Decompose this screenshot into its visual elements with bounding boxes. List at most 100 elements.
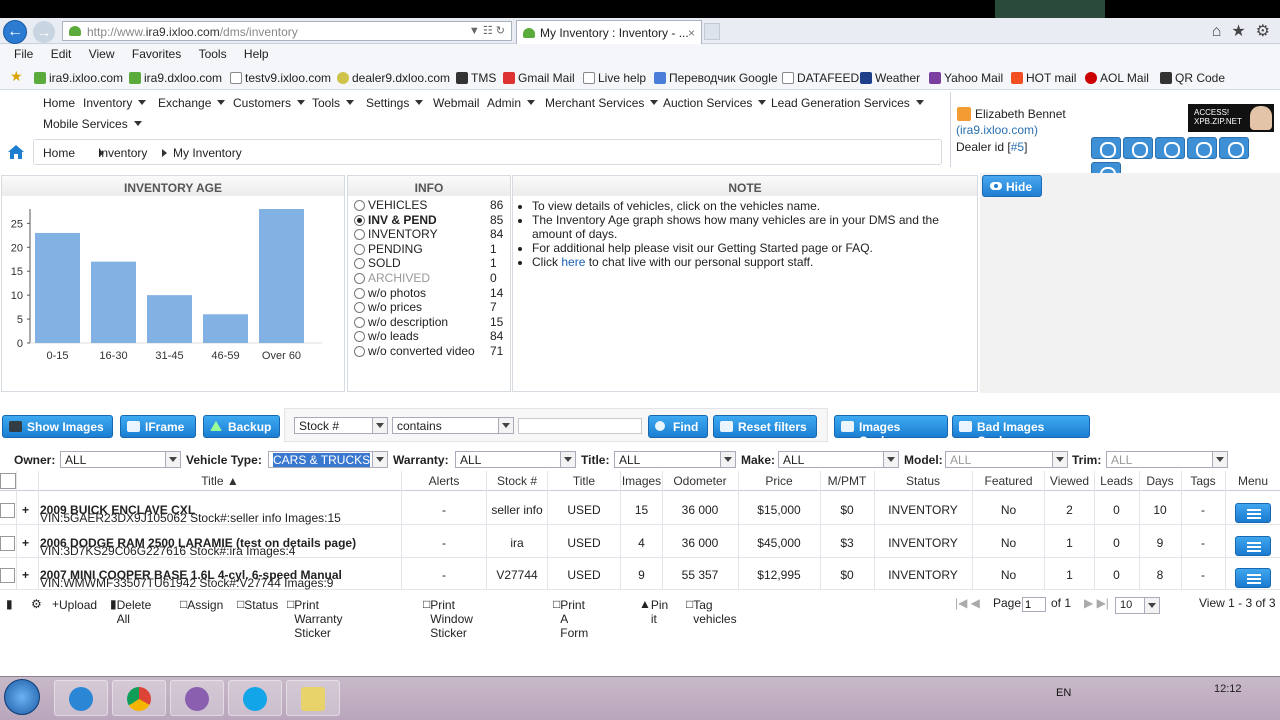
status-action[interactable]: □ Status bbox=[237, 597, 278, 612]
back-button[interactable]: ← bbox=[3, 20, 27, 44]
skype-taskbar-button[interactable] bbox=[228, 680, 282, 716]
column-header-mpmt[interactable]: M/PMT bbox=[820, 474, 874, 488]
settings-icon[interactable]: ⚙ bbox=[31, 597, 42, 611]
profile-icon[interactable] bbox=[1091, 137, 1121, 159]
print-form-action[interactable]: □ Print A Form bbox=[553, 597, 588, 640]
info-filter-option[interactable]: w/o leads bbox=[354, 329, 419, 343]
title-select[interactable]: ALL bbox=[614, 451, 736, 468]
radio-button[interactable] bbox=[354, 229, 365, 241]
show-images-button[interactable]: Show Images bbox=[2, 415, 113, 438]
expand-row-icon[interactable]: + bbox=[22, 503, 29, 517]
user-domain[interactable]: (ira9.ixloo.com) bbox=[956, 123, 1038, 137]
pin-action[interactable]: ▲ Pin it bbox=[639, 597, 668, 626]
tag-vehicles-action[interactable]: □ Tag vehicles bbox=[686, 597, 737, 626]
info-filter-option[interactable]: w/o prices bbox=[354, 300, 422, 314]
table-row[interactable]: +2007 MINI COOPER BASE 1.6L 4-cyl. 6-spe… bbox=[0, 558, 1280, 590]
breadcrumb-inventory[interactable]: Inventory bbox=[98, 146, 147, 160]
row-checkbox[interactable] bbox=[0, 503, 15, 518]
column-header-viewed[interactable]: Viewed bbox=[1045, 474, 1094, 488]
close-tab-icon[interactable]: × bbox=[688, 26, 695, 40]
column-header-title-type[interactable]: Title bbox=[548, 474, 620, 488]
expand-row-icon[interactable]: + bbox=[22, 568, 29, 582]
nav-tools[interactable]: Tools bbox=[312, 96, 355, 110]
favorite-link[interactable]: TMS bbox=[456, 71, 496, 85]
menu-edit[interactable]: Edit bbox=[51, 47, 72, 61]
page-size-select[interactable]: 10 bbox=[1115, 597, 1160, 614]
trim-select[interactable]: ALL bbox=[1106, 451, 1228, 468]
column-header-leads[interactable]: Leads bbox=[1094, 474, 1139, 488]
nav-mobile-services[interactable]: Mobile Services bbox=[43, 117, 142, 131]
print-window-sticker-action[interactable]: □ Print Window Sticker bbox=[423, 597, 473, 640]
bar-0-15[interactable] bbox=[35, 232, 80, 343]
hide-button[interactable]: Hide bbox=[982, 175, 1042, 197]
browser-tab[interactable]: My Inventory : Inventory - ... × bbox=[516, 20, 702, 44]
info-filter-option[interactable]: ARCHIVED bbox=[354, 271, 430, 285]
assign-action[interactable]: □ Assign bbox=[180, 597, 223, 612]
menu-tools[interactable]: Tools bbox=[199, 47, 227, 61]
chat-link[interactable]: here bbox=[561, 255, 585, 269]
bad-images-cache-button[interactable]: Bad Images Cache bbox=[952, 415, 1090, 448]
column-header-odometer[interactable]: Odometer bbox=[662, 474, 738, 488]
menu-help[interactable]: Help bbox=[244, 47, 269, 61]
column-header-featured[interactable]: Featured bbox=[973, 474, 1044, 488]
info-filter-option[interactable]: w/o converted video bbox=[354, 344, 475, 358]
column-header-stock[interactable]: Stock # bbox=[487, 474, 547, 488]
nav-admin[interactable]: Admin bbox=[487, 96, 536, 110]
support-icon[interactable] bbox=[1155, 137, 1185, 159]
bar-46-59[interactable] bbox=[203, 314, 248, 343]
expand-row-icon[interactable]: + bbox=[22, 536, 29, 550]
radio-button[interactable] bbox=[354, 200, 365, 211]
favorite-link[interactable]: DATAFEED bbox=[782, 71, 859, 85]
menu-view[interactable]: View bbox=[89, 47, 115, 61]
favorite-link[interactable]: Live help bbox=[583, 71, 646, 85]
model-select[interactable]: ALL bbox=[945, 451, 1068, 468]
radio-button[interactable] bbox=[354, 214, 365, 226]
start-button[interactable] bbox=[4, 679, 40, 715]
url-field[interactable]: http://www.ira9.ixloo.com/dms/inventory … bbox=[62, 21, 512, 41]
radio-button[interactable] bbox=[354, 331, 365, 343]
help-icon[interactable] bbox=[1187, 137, 1217, 159]
bar-31-45[interactable] bbox=[147, 295, 192, 343]
nav-webmail[interactable]: Webmail bbox=[433, 96, 479, 110]
vehicle-type-select[interactable]: CARS & TRUCKS bbox=[268, 451, 388, 468]
favorites-star-icon[interactable]: ★ bbox=[10, 68, 23, 85]
home-icon[interactable] bbox=[7, 144, 25, 160]
favorite-link[interactable]: dealer9.dxloo.com bbox=[337, 71, 450, 85]
nav-merchant-services[interactable]: Merchant Services bbox=[545, 96, 659, 110]
refresh-icon[interactable]: ▼ ☷ ↻ bbox=[469, 24, 505, 37]
star-icon[interactable]: ★ bbox=[1231, 23, 1245, 40]
nav-lead-generation[interactable]: Lead Generation Services bbox=[771, 96, 924, 110]
favorite-link[interactable]: QR Code bbox=[1160, 71, 1225, 85]
clock[interactable]: 12:12 bbox=[1214, 683, 1242, 695]
info-filter-option[interactable]: INV & PEND bbox=[354, 213, 437, 227]
radio-button[interactable] bbox=[354, 287, 365, 299]
menu-file[interactable]: File bbox=[14, 47, 33, 61]
search-field-select[interactable]: Stock # bbox=[294, 417, 388, 434]
radio-button[interactable] bbox=[354, 316, 365, 328]
column-header-images[interactable]: Images bbox=[621, 474, 662, 488]
radio-button[interactable] bbox=[354, 273, 365, 284]
info-filter-option[interactable]: SOLD bbox=[354, 256, 401, 270]
column-header-days[interactable]: Days bbox=[1139, 474, 1181, 488]
iframe-button[interactable]: IFrame bbox=[120, 415, 196, 438]
pager-next-icon[interactable]: ▶ ▶| bbox=[1084, 596, 1109, 610]
row-menu-button[interactable] bbox=[1235, 568, 1271, 588]
column-header-status[interactable]: Status bbox=[874, 474, 972, 488]
delete-all-action[interactable]: ▮ Delete All bbox=[110, 597, 151, 626]
favorite-link[interactable]: Yahoo Mail bbox=[929, 71, 1003, 85]
table-row[interactable]: +2006 DODGE RAM 2500 LARAMIE (test on de… bbox=[0, 526, 1280, 558]
explorer-taskbar-button[interactable] bbox=[286, 680, 340, 716]
column-header-alerts[interactable]: Alerts bbox=[402, 474, 486, 488]
nav-exchange[interactable]: Exchange bbox=[158, 96, 226, 110]
menu-favorites[interactable]: Favorites bbox=[132, 47, 181, 61]
row-checkbox[interactable] bbox=[0, 568, 15, 583]
nav-settings[interactable]: Settings bbox=[366, 96, 424, 110]
bar-Over 60[interactable] bbox=[259, 209, 304, 343]
breadcrumb-home[interactable]: Home bbox=[43, 146, 75, 160]
info-filter-option[interactable]: INVENTORY bbox=[354, 227, 438, 241]
dealer-id-link[interactable]: #5 bbox=[1011, 140, 1024, 154]
users-icon[interactable] bbox=[1219, 137, 1249, 159]
table-row[interactable]: +2009 BUICK ENCLAVE CXL VIN:5GAER23DX9J10… bbox=[0, 493, 1280, 525]
ad-banner[interactable]: ACCESS! XPB.ZIP.NET bbox=[1188, 104, 1274, 132]
favorite-link[interactable]: Gmail Mail bbox=[503, 71, 575, 85]
